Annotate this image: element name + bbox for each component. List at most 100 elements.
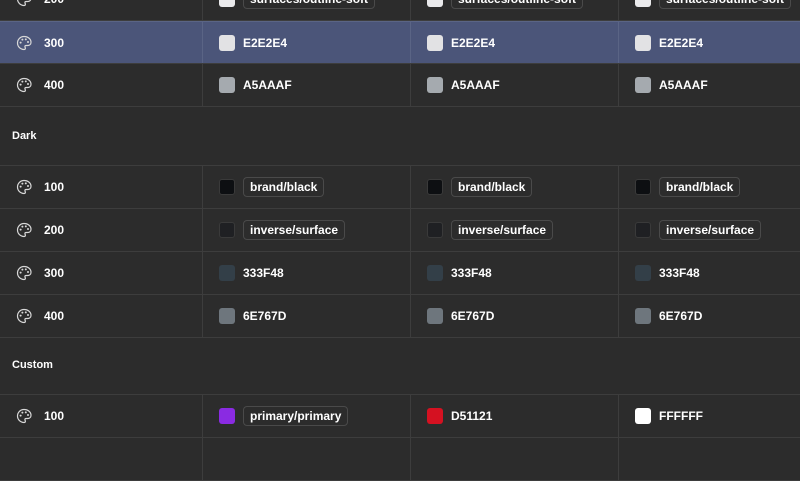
- token-name: 200: [44, 222, 65, 237]
- token-name: 300: [44, 265, 65, 280]
- color-swatch: [427, 407, 443, 424]
- token-name: 300: [44, 35, 65, 50]
- mode-value-cell-1[interactable]: inverse/surface: [203, 209, 411, 251]
- token-name-cell: 400: [0, 295, 203, 337]
- palette-icon: [16, 35, 32, 51]
- hex-value: 333F48: [451, 265, 492, 280]
- mode-value-cell-3[interactable]: FFFFFF: [619, 395, 800, 437]
- mode-value-cell-1[interactable]: [203, 438, 411, 480]
- color-swatch: [219, 307, 235, 324]
- hex-value: FFFFFF: [659, 408, 703, 423]
- mode-value-cell-2[interactable]: brand/black: [411, 166, 619, 208]
- token-name-cell: 300: [0, 22, 203, 63]
- hex-value: 333F48: [659, 265, 700, 280]
- hex-value: A5AAAF: [243, 77, 292, 92]
- palette-icon: [16, 77, 32, 93]
- mode-value-cell-2[interactable]: 6E767D: [411, 295, 619, 337]
- mode-value-cell-2[interactable]: [411, 438, 619, 480]
- mode-value-cell-3[interactable]: 6E767D: [619, 295, 800, 337]
- mode-value-cell-3[interactable]: E2E2E4: [619, 22, 800, 63]
- mode-value-cell-1[interactable]: 333F48: [203, 252, 411, 294]
- mode-value-cell-1[interactable]: 6E767D: [203, 295, 411, 337]
- token-name: 400: [44, 308, 65, 323]
- table-row[interactable]: 200 inverse/surface inverse/surface inverse…: [0, 209, 800, 252]
- table-row[interactable]: 100 primary/primary D51121 FFFFFF: [0, 395, 800, 438]
- mode-value-cell-3[interactable]: A5AAAF: [619, 64, 800, 106]
- color-swatch: [219, 0, 235, 7]
- mode-value-cell-3[interactable]: inverse/surface: [619, 209, 800, 251]
- table-row[interactable]: 400 6E767D 6E767D 6E767D: [0, 295, 800, 338]
- table-row[interactable]: 300 E2E2E4 E2E2E4 E2E2E4: [0, 21, 800, 64]
- alias-tag[interactable]: brand/black: [451, 176, 533, 197]
- hex-value: A5AAAF: [451, 77, 500, 92]
- mode-value-cell-3[interactable]: surfaces/outline-soft: [619, 0, 800, 20]
- mode-value-cell-1[interactable]: surfaces/outline-soft: [203, 0, 411, 20]
- mode-value-cell-3[interactable]: 333F48: [619, 252, 800, 294]
- token-name-cell: 300: [0, 252, 203, 294]
- color-swatch: [427, 0, 443, 7]
- table-row[interactable]: [0, 438, 800, 481]
- color-swatch: [427, 178, 443, 195]
- mode-value-cell-2[interactable]: surfaces/outline-soft: [411, 0, 619, 20]
- token-name: 200: [44, 0, 64, 6]
- table-row[interactable]: 200 surfaces/outline-soft surfaces/outline…: [0, 0, 800, 21]
- hex-value: D51121: [451, 408, 493, 423]
- mode-value-cell-1[interactable]: primary/primary: [203, 395, 411, 437]
- alias-tag[interactable]: brand/black: [243, 176, 325, 197]
- color-swatch: [427, 34, 443, 51]
- hex-value: 6E767D: [243, 308, 287, 323]
- color-swatch: [219, 221, 235, 238]
- mode-value-cell-1[interactable]: A5AAAF: [203, 64, 411, 106]
- alias-tag[interactable]: surfaces/outline-soft: [243, 0, 376, 9]
- token-name: 100: [44, 179, 65, 194]
- mode-value-cell-2[interactable]: E2E2E4: [411, 22, 619, 63]
- color-swatch: [635, 221, 651, 238]
- color-swatch: [635, 178, 651, 195]
- alias-tag[interactable]: inverse/surface: [243, 219, 346, 240]
- hex-value: 333F48: [243, 265, 284, 280]
- hex-value: A5AAAF: [659, 77, 708, 92]
- palette-icon: [16, 265, 32, 281]
- token-name-cell: [0, 438, 203, 480]
- token-name: 100: [44, 408, 65, 423]
- mode-value-cell-2[interactable]: 333F48: [411, 252, 619, 294]
- section-header-dark: Dark: [0, 108, 800, 166]
- mode-value-cell-1[interactable]: brand/black: [203, 166, 411, 208]
- color-swatch: [635, 0, 651, 7]
- palette-icon: [16, 0, 32, 7]
- token-name: 400: [44, 77, 65, 92]
- color-swatch: [635, 264, 651, 281]
- table-row[interactable]: 300 333F48 333F48 333F48: [0, 252, 800, 295]
- hex-value: E2E2E4: [243, 35, 288, 50]
- color-swatch: [427, 221, 443, 238]
- mode-value-cell-3[interactable]: brand/black: [619, 166, 800, 208]
- alias-tag[interactable]: surfaces/outline-soft: [659, 0, 792, 9]
- hex-value: 6E767D: [659, 308, 703, 323]
- mode-value-cell-2[interactable]: D51121: [411, 395, 619, 437]
- color-swatch: [427, 76, 443, 93]
- section-header-custom: Custom: [0, 337, 800, 395]
- color-swatch: [219, 264, 235, 281]
- palette-icon: [16, 408, 32, 424]
- mode-value-cell-2[interactable]: A5AAAF: [411, 64, 619, 106]
- color-swatch: [219, 407, 235, 424]
- mode-value-cell-2[interactable]: inverse/surface: [411, 209, 619, 251]
- mode-value-cell-1[interactable]: E2E2E4: [203, 22, 411, 63]
- alias-tag[interactable]: surfaces/outline-soft: [451, 0, 584, 9]
- mode-value-cell-3[interactable]: [619, 438, 800, 480]
- color-swatch: [427, 307, 443, 324]
- color-swatch: [635, 307, 651, 324]
- table-row[interactable]: 100 brand/black brand/black brand/black: [0, 166, 800, 209]
- palette-icon: [16, 222, 32, 238]
- color-swatch: [219, 178, 235, 195]
- alias-tag[interactable]: inverse/surface: [659, 219, 762, 240]
- token-name-cell: 200: [0, 209, 203, 251]
- alias-tag[interactable]: primary/primary: [243, 405, 349, 426]
- table-row[interactable]: 400 A5AAAF A5AAAF A5AAAF: [0, 64, 800, 107]
- hex-value: 6E767D: [451, 308, 495, 323]
- color-swatch: [635, 34, 651, 51]
- alias-tag[interactable]: brand/black: [659, 176, 741, 197]
- palette-icon: [16, 308, 32, 324]
- color-swatch: [635, 407, 651, 424]
- alias-tag[interactable]: inverse/surface: [451, 219, 554, 240]
